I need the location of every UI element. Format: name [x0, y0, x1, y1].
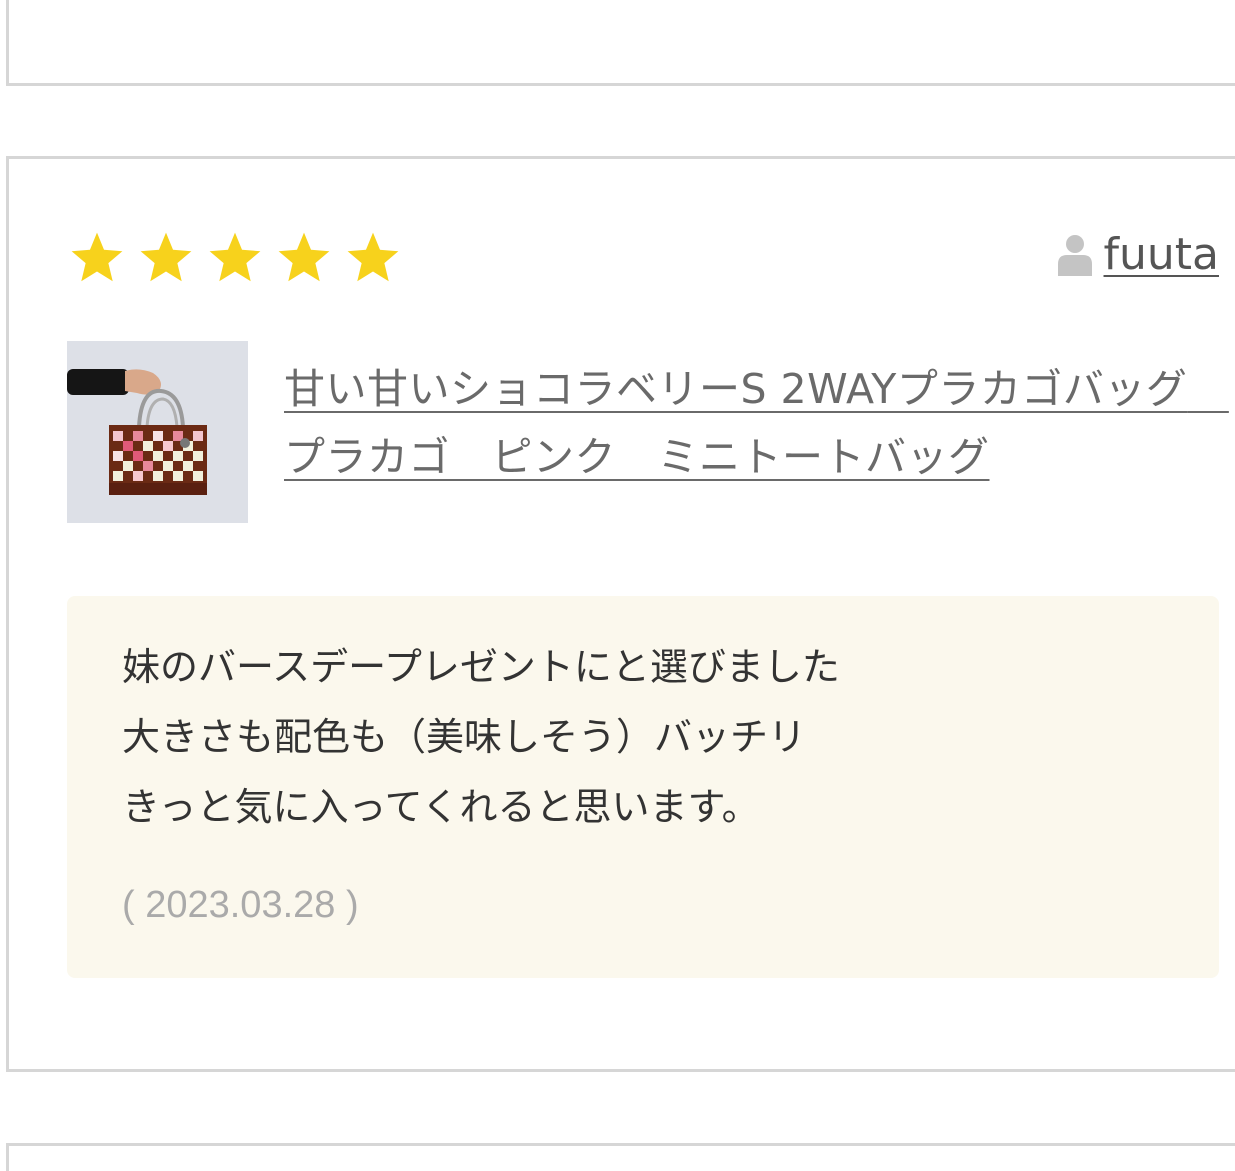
next-review-card — [6, 1143, 1235, 1171]
reviewer-name-link[interactable]: fuuta — [1104, 229, 1219, 280]
comment-box: 妹のバースデープレゼントにと選びました 大きさも配色も（美味しそう）バッチリ き… — [67, 596, 1219, 978]
review-page: fuuta 甘い甘いショコラベリーS 2WAYプラカゴバッグ プラカゴ ピンク … — [0, 0, 1235, 1171]
star-icon — [347, 232, 399, 282]
product-title-link[interactable]: 甘い甘いショコラベリーS 2WAYプラカゴバッグ プラカゴ ピンク ミニトートバ… — [284, 355, 1228, 491]
review-card: fuuta 甘い甘いショコラベリーS 2WAYプラカゴバッグ プラカゴ ピンク … — [6, 156, 1235, 1072]
user-icon — [1057, 234, 1092, 276]
star-rating — [67, 229, 403, 287]
bag-image — [67, 341, 248, 523]
previous-review-card — [6, 0, 1235, 86]
review-comment: 妹のバースデープレゼントにと選びました 大きさも配色も（美味しそう）バッチリ き… — [122, 645, 840, 829]
star-icon — [209, 232, 261, 282]
product-thumbnail[interactable] — [67, 341, 248, 523]
review-date: ( 2023.03.28 ) — [122, 884, 359, 926]
reviewer[interactable]: fuuta — [1057, 229, 1219, 280]
star-icon — [278, 232, 330, 282]
star-icon — [71, 232, 123, 282]
star-icon — [140, 232, 192, 282]
